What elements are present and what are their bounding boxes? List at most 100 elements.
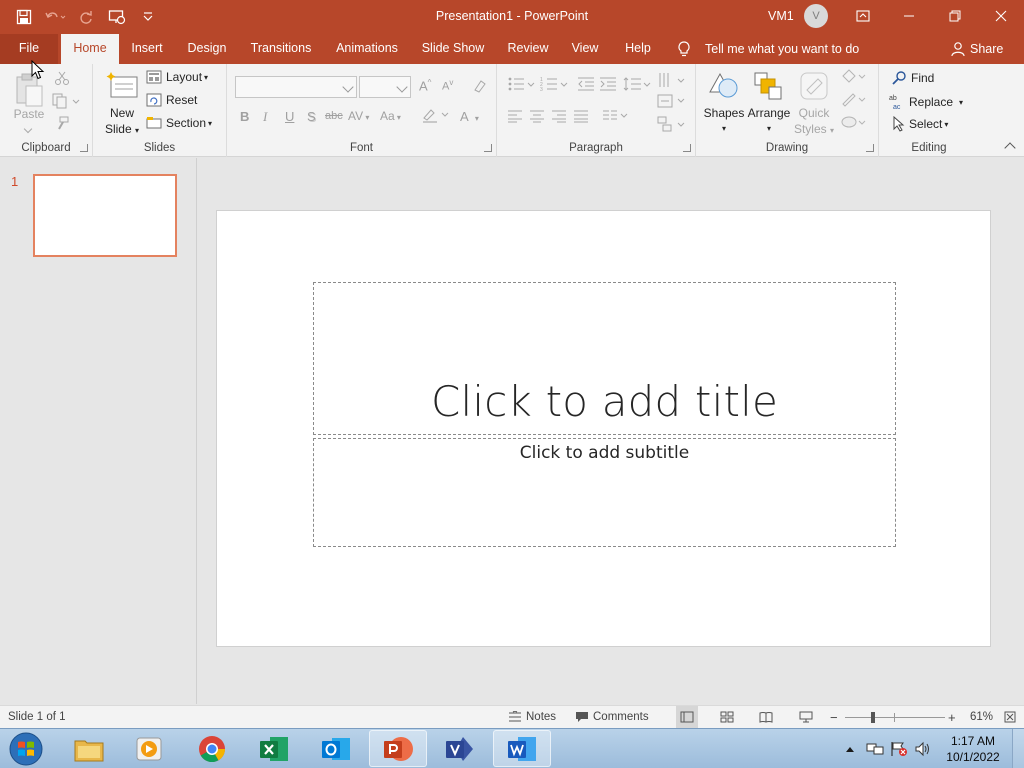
notes-button[interactable]: Notes [508, 706, 556, 728]
shape-effects-icon[interactable] [840, 114, 870, 133]
tab-insert[interactable]: Insert [122, 34, 172, 64]
chevron-down-icon[interactable]: ▾ [767, 124, 771, 133]
paste-button[interactable]: Paste [12, 106, 46, 122]
show-desktop-button[interactable] [1012, 729, 1024, 768]
undo-icon[interactable] [39, 4, 70, 30]
decrease-indent-icon[interactable] [577, 76, 595, 95]
font-launcher-icon[interactable] [484, 144, 492, 152]
slide-thumbnail[interactable] [33, 174, 177, 257]
arrange-label[interactable]: Arrange [746, 105, 792, 121]
chrome-icon[interactable] [183, 730, 241, 767]
smartart-icon[interactable] [657, 116, 687, 135]
underline-button[interactable]: U [285, 109, 294, 124]
highlight-color-icon[interactable] [421, 106, 451, 127]
quick-styles-label-2[interactable]: Styles ▾ [792, 121, 836, 139]
fit-to-window-icon[interactable] [1004, 706, 1016, 728]
increase-indent-icon[interactable] [599, 76, 617, 95]
bold-button[interactable]: B [240, 109, 249, 124]
title-placeholder[interactable]: Click to add title [313, 282, 896, 435]
reset-button[interactable]: Reset [146, 93, 197, 107]
justify-icon[interactable] [573, 109, 589, 126]
decrease-font-size-icon[interactable]: Av [442, 78, 453, 93]
excel-icon[interactable] [245, 730, 303, 767]
file-explorer-icon[interactable] [60, 730, 118, 767]
change-case-button[interactable]: Aa ▾ [380, 109, 401, 123]
columns-icon[interactable] [602, 109, 632, 126]
text-direction-icon[interactable] [657, 72, 687, 91]
chevron-down-icon[interactable]: ▾ [722, 124, 726, 133]
align-center-icon[interactable] [529, 109, 545, 126]
start-from-beginning-icon[interactable] [101, 4, 132, 30]
paste-dropdown-icon[interactable] [23, 124, 33, 134]
zoom-in-icon[interactable]: + [948, 706, 956, 728]
media-player-icon[interactable] [120, 730, 178, 767]
cut-icon[interactable] [54, 70, 70, 89]
font-color-button[interactable]: A ▾ [460, 109, 479, 124]
numbering-icon[interactable]: 123 [540, 76, 570, 95]
normal-view-icon[interactable] [676, 706, 698, 728]
tab-view[interactable]: View [566, 34, 604, 64]
shapes-icon[interactable] [706, 70, 740, 105]
arrange-icon[interactable] [752, 70, 786, 105]
strikethrough-button[interactable]: abc [325, 110, 343, 122]
system-clock[interactable]: 1:17 AM 10/1/2022 [935, 733, 1011, 765]
restore-icon[interactable] [932, 0, 978, 32]
zoom-level[interactable]: 61% [970, 706, 993, 728]
clipboard-launcher-icon[interactable] [80, 144, 88, 152]
tab-slide-show[interactable]: Slide Show [418, 34, 488, 64]
align-left-icon[interactable] [507, 109, 523, 126]
network-icon[interactable] [866, 729, 884, 768]
shape-fill-icon[interactable] [840, 68, 870, 87]
action-center-icon[interactable] [890, 729, 908, 768]
tab-design[interactable]: Design [180, 34, 234, 64]
increase-font-size-icon[interactable]: A^ [419, 78, 431, 93]
find-button[interactable]: Find [891, 70, 934, 86]
share-button[interactable]: Share [950, 34, 1003, 64]
tab-home[interactable]: Home [61, 34, 119, 64]
paragraph-launcher-icon[interactable] [683, 144, 691, 152]
align-text-icon[interactable] [657, 94, 687, 111]
new-slide-icon[interactable] [105, 70, 139, 107]
reading-view-icon[interactable] [755, 706, 777, 728]
ribbon-display-options-icon[interactable] [840, 0, 886, 32]
avatar[interactable]: V [804, 4, 828, 28]
new-slide-label-1[interactable]: New [101, 105, 143, 121]
quick-styles-label-1[interactable]: Quick [792, 105, 836, 121]
zoom-slider-thumb[interactable] [871, 712, 875, 723]
show-hidden-icons[interactable] [845, 729, 855, 768]
start-button[interactable] [6, 731, 46, 767]
collapse-ribbon-icon[interactable] [1004, 142, 1016, 154]
bullets-icon[interactable] [507, 76, 537, 95]
comments-button[interactable]: Comments [575, 706, 649, 728]
layout-button[interactable]: Layout ▾ [146, 70, 208, 84]
tab-animations[interactable]: Animations [330, 34, 404, 64]
shape-outline-icon[interactable] [840, 91, 870, 110]
quick-styles-icon[interactable] [798, 70, 832, 105]
font-name-combo[interactable] [235, 76, 357, 98]
word-icon[interactable] [493, 730, 551, 767]
tab-transitions[interactable]: Transitions [244, 34, 318, 64]
character-spacing-button[interactable]: AV ▾ [348, 109, 369, 123]
replace-button[interactable]: ab ac Replace ▾ [889, 93, 963, 111]
customize-toolbar-icon[interactable] [132, 4, 163, 30]
user-name[interactable]: VM1 [768, 9, 794, 23]
tab-file[interactable]: File [0, 34, 58, 64]
zoom-out-icon[interactable]: − [830, 706, 838, 728]
zoom-slider[interactable] [845, 706, 945, 728]
volume-icon[interactable] [914, 729, 932, 768]
align-right-icon[interactable] [551, 109, 567, 126]
shadow-button[interactable]: S [307, 109, 316, 124]
close-icon[interactable] [978, 0, 1024, 32]
italic-button[interactable]: I [263, 109, 267, 125]
copy-icon[interactable] [52, 93, 80, 112]
tab-review[interactable]: Review [502, 34, 554, 64]
slide-show-icon[interactable] [795, 706, 817, 728]
line-spacing-icon[interactable] [623, 76, 651, 95]
powerpoint-icon[interactable] [369, 730, 427, 767]
new-slide-label-2[interactable]: Slide ▾ [101, 121, 143, 139]
redo-icon[interactable] [70, 4, 101, 30]
select-button[interactable]: Select ▾ [891, 116, 948, 132]
section-button[interactable]: Section ▾ [146, 116, 212, 130]
font-size-combo[interactable] [359, 76, 411, 98]
drawing-launcher-icon[interactable] [866, 144, 874, 152]
